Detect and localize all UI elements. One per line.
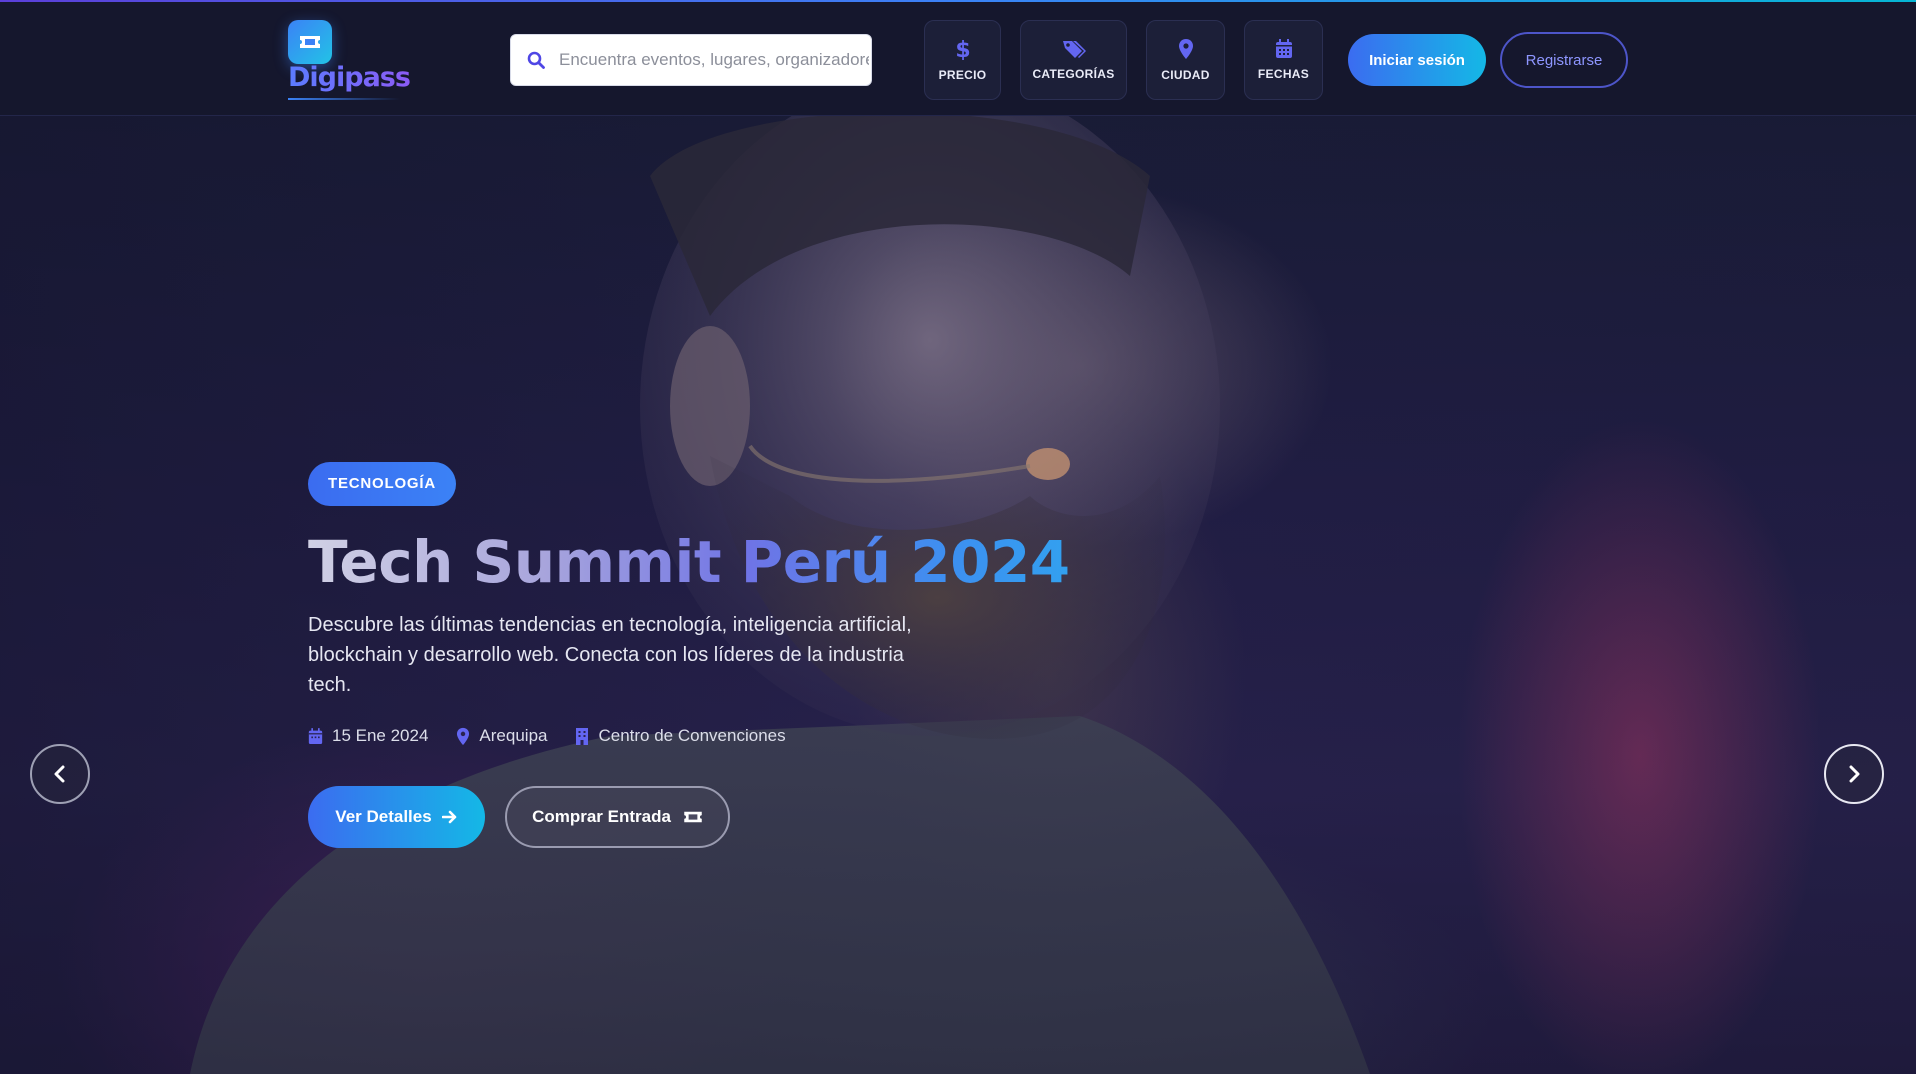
brand-name: Digipass <box>288 62 411 93</box>
map-pin-icon <box>457 727 470 745</box>
filter-categorias[interactable]: CATEGORÍAS <box>1020 20 1127 100</box>
chevron-left-icon <box>54 765 65 783</box>
building-icon <box>576 728 589 745</box>
event-city: Arequipa <box>456 726 547 746</box>
view-details-button[interactable]: Ver Detalles <box>308 786 485 848</box>
carousel-prev-button[interactable] <box>30 744 90 804</box>
filter-label: CIUDAD <box>1161 68 1210 82</box>
event-meta: 15 Ene 2024 Arequipa Centro de Convencio… <box>308 726 1108 746</box>
buy-ticket-label: Comprar Entrada <box>532 807 671 826</box>
search-input[interactable] <box>559 50 869 70</box>
top-navbar: Digipass $ PRECIO CATEGORÍAS CIUDAD <box>0 0 1916 116</box>
event-venue-text: Centro de Convenciones <box>598 726 786 745</box>
buy-ticket-button[interactable]: Comprar Entrada <box>505 786 730 848</box>
hero-actions: Ver Detalles Comprar Entrada <box>308 786 1108 848</box>
brand-logo[interactable]: Digipass <box>288 20 411 104</box>
register-button[interactable]: Registrarse <box>1500 32 1628 88</box>
filter-ciudad[interactable]: CIUDAD <box>1146 20 1225 100</box>
filter-fechas[interactable]: FECHAS <box>1244 20 1323 100</box>
filter-precio[interactable]: $ PRECIO <box>924 20 1001 100</box>
event-title: Tech Summit Perú 2024 <box>308 528 1108 596</box>
view-details-label: Ver Detalles <box>335 807 432 826</box>
carousel-next-button[interactable] <box>1824 744 1884 804</box>
hero-content: TECNOLOGÍA Tech Summit Perú 2024 Descubr… <box>308 462 1108 848</box>
category-badge[interactable]: TECNOLOGÍA <box>308 462 456 506</box>
calendar-icon <box>308 727 323 744</box>
hero-carousel: TECNOLOGÍA Tech Summit Perú 2024 Descubr… <box>0 116 1916 1074</box>
ticket-icon <box>288 20 332 64</box>
login-button[interactable]: Iniciar sesión <box>1348 34 1486 86</box>
calendar-icon <box>1275 39 1292 58</box>
search-icon <box>527 51 545 69</box>
brand-underline <box>288 98 400 100</box>
dollar-icon: $ <box>956 38 970 60</box>
tag-icon <box>1062 41 1086 58</box>
event-date: 15 Ene 2024 <box>308 726 428 746</box>
event-date-text: 15 Ene 2024 <box>332 726 429 745</box>
filter-label: CATEGORÍAS <box>1032 67 1115 81</box>
filter-label: FECHAS <box>1257 67 1310 81</box>
chevron-right-icon <box>1849 765 1860 783</box>
map-pin-icon <box>1178 39 1193 59</box>
search-bar <box>510 34 872 86</box>
event-venue: Centro de Convenciones <box>575 726 786 746</box>
filter-label: PRECIO <box>938 68 987 82</box>
svg-text:$: $ <box>956 38 970 60</box>
event-city-text: Arequipa <box>479 726 548 745</box>
arrow-right-icon <box>441 810 457 824</box>
event-description: Descubre las últimas tendencias en tecno… <box>308 614 912 696</box>
ticket-icon <box>684 811 702 823</box>
